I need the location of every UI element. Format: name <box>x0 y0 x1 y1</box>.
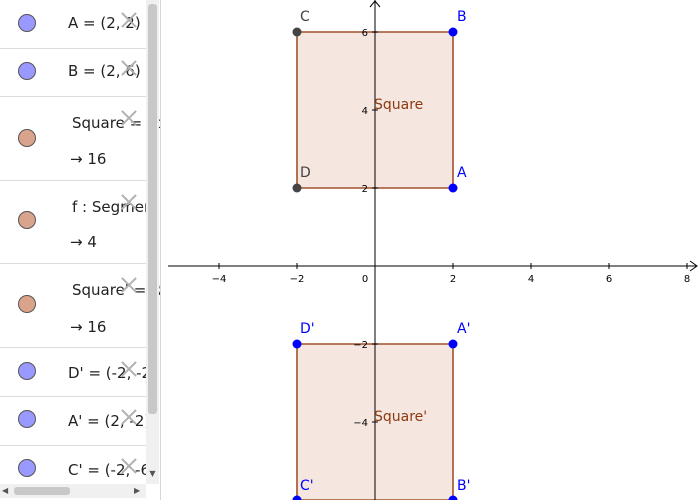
visibility-toggle-icon[interactable] <box>18 295 36 313</box>
algebra-row-text[interactable]: D' = (-2, -2) <box>68 364 157 382</box>
scroll-down-icon[interactable]: ▼ <box>148 469 157 479</box>
algebra-row-square[interactable]: Square = Polygon(A, B, C, D) → 16 <box>0 97 160 181</box>
point-D-prime[interactable] <box>292 339 302 349</box>
x-tick-label: 6 <box>606 274 612 285</box>
visibility-toggle-icon[interactable] <box>18 362 36 380</box>
point-D[interactable] <box>292 183 302 193</box>
graphics-view[interactable]: −4 −2 0 2 4 6 8 6 4 2 −2 −4 Square Squar… <box>161 0 700 504</box>
delete-icon[interactable] <box>120 109 138 127</box>
algebra-row-point-A-prime[interactable]: A' = (2, -2) <box>0 397 150 446</box>
algebra-row-square-prime[interactable]: Square' = Reflect(Square, x-axis) → 16 <box>0 264 160 348</box>
visibility-toggle-icon[interactable] <box>18 14 36 32</box>
y-tick-label: −2 <box>353 340 368 351</box>
x-tick-label: −4 <box>212 274 227 285</box>
visibility-toggle-icon[interactable] <box>18 459 36 477</box>
delete-icon[interactable] <box>120 408 138 426</box>
square-prime-label[interactable]: Square' <box>374 409 427 425</box>
point-C-label: C <box>300 9 310 25</box>
algebra-row-output: → 16 <box>70 150 107 168</box>
horizontal-scrollbar-thumb[interactable] <box>14 487 70 495</box>
x-tick-label: 4 <box>528 274 534 285</box>
delete-icon[interactable] <box>120 360 138 378</box>
visibility-toggle-icon[interactable] <box>18 62 36 80</box>
x-tick-label: 2 <box>450 274 456 285</box>
delete-icon[interactable] <box>120 11 138 29</box>
delete-icon[interactable] <box>120 276 138 294</box>
point-C[interactable] <box>292 27 302 37</box>
point-B-label: B <box>457 9 467 25</box>
x-tick-label: 8 <box>684 274 690 285</box>
algebra-row-point-C-prime[interactable]: C' = (-2, -6) <box>0 446 156 484</box>
algebra-row-point-A[interactable]: A = (2, 2) <box>0 0 146 49</box>
point-A-label: A <box>457 165 467 181</box>
y-tick-label: 4 <box>362 106 368 117</box>
point-A-prime[interactable] <box>448 339 458 349</box>
vertical-scrollbar-thumb[interactable] <box>148 4 157 414</box>
algebra-row-point-D-prime[interactable]: D' = (-2, -2) <box>0 348 157 397</box>
point-B[interactable] <box>448 27 458 37</box>
delete-icon[interactable] <box>120 457 138 475</box>
delete-icon[interactable] <box>120 193 138 211</box>
visibility-toggle-icon[interactable] <box>18 211 36 229</box>
x-tick-label: −2 <box>290 274 305 285</box>
visibility-toggle-icon[interactable] <box>18 129 36 147</box>
origin-label: 0 <box>362 274 368 285</box>
algebra-row-point-B[interactable]: B = (2, 6) <box>0 48 146 97</box>
point-B-prime-label: B' <box>457 478 470 494</box>
y-tick-label: −4 <box>353 418 368 429</box>
algebra-row-text[interactable]: C' = (-2, -6) <box>68 461 156 479</box>
algebra-row-output: → 4 <box>70 233 97 251</box>
scroll-left-icon[interactable]: ◀ <box>2 484 12 498</box>
algebra-row-segment-f[interactable]: f : Segment(A, B) → 4 <box>0 181 160 264</box>
point-A[interactable] <box>448 183 458 193</box>
y-tick-label: 2 <box>362 184 368 195</box>
point-A-prime-label: A' <box>457 321 470 337</box>
point-D-label: D <box>300 165 311 181</box>
scroll-right-icon[interactable]: ▶ <box>134 484 144 498</box>
algebra-row-output: → 16 <box>70 318 107 336</box>
visibility-toggle-icon[interactable] <box>18 410 36 428</box>
square-label[interactable]: Square <box>374 97 423 113</box>
delete-icon[interactable] <box>120 59 138 77</box>
algebra-view: A = (2, 2) B = (2, 6) Square = Polygon(A… <box>0 0 161 500</box>
point-C-prime-label: C' <box>300 478 314 494</box>
y-tick-label: 6 <box>362 28 368 39</box>
point-D-prime-label: D' <box>300 321 315 337</box>
